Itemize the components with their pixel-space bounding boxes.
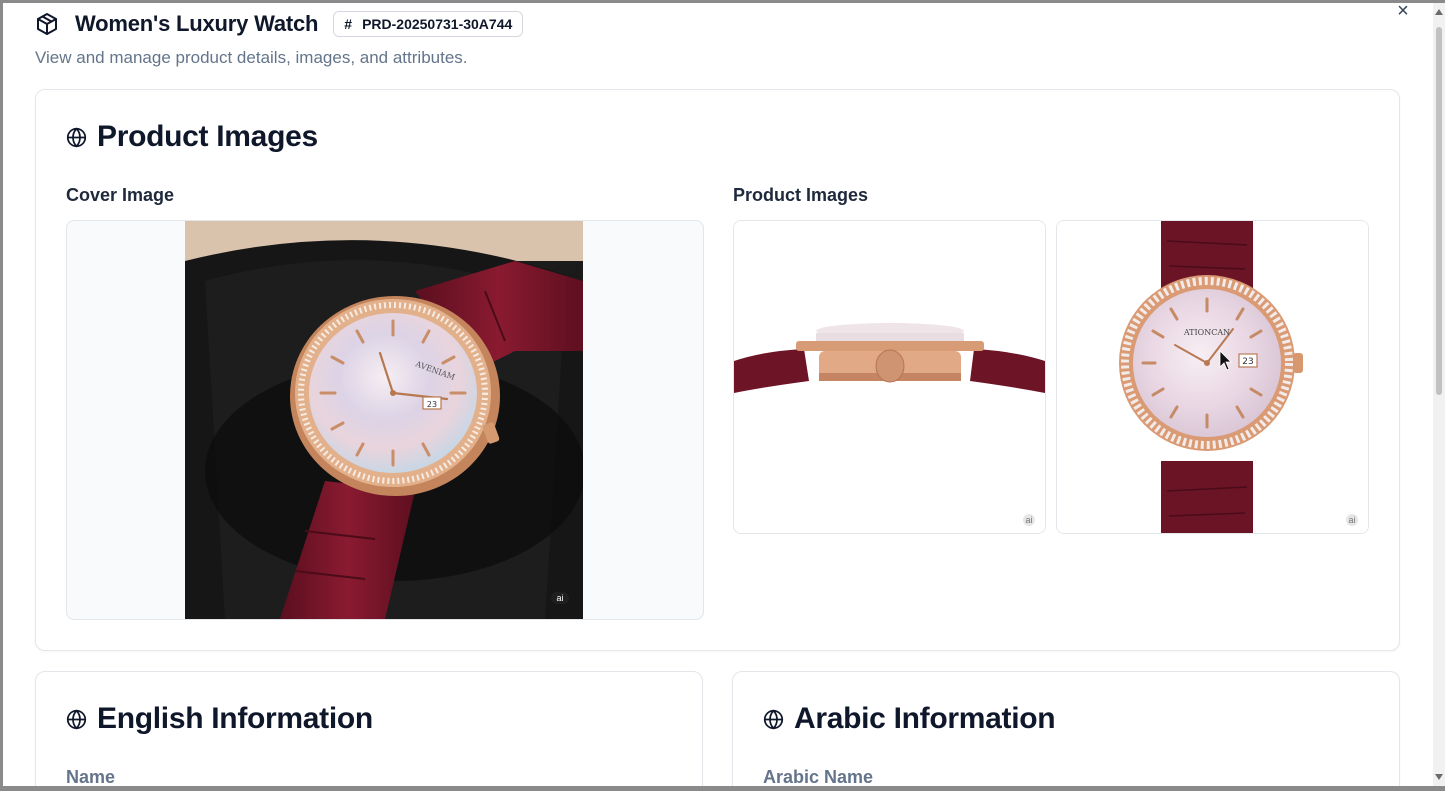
section-title-text: Product Images — [97, 120, 318, 153]
hash-icon: # — [344, 16, 353, 32]
page-title: Women's Luxury Watch — [75, 11, 319, 36]
watch-front-view-image: 23 ATIONCAN — [1057, 221, 1368, 533]
page-subtitle: View and manage product details, images,… — [35, 48, 468, 67]
watch-side-view-image — [734, 221, 1045, 533]
cover-image-label: Cover Image — [66, 185, 175, 205]
thumb-date-window: 23 — [1242, 357, 1253, 367]
product-images-label: Product Images — [733, 185, 869, 205]
arabic-name-label: Arabic Name — [763, 767, 874, 786]
arabic-info-card: Arabic Information Arabic Name — [732, 671, 1400, 786]
thumb-dial-brand: ATIONCAN — [1183, 328, 1230, 337]
cover-date-window: 23 — [427, 400, 437, 409]
section-title-arabic: Arabic Information — [763, 702, 1056, 736]
close-button[interactable]: × — [1393, 3, 1413, 21]
globe-icon — [763, 709, 784, 729]
section-title-english: English Information — [66, 702, 373, 736]
product-id-badge: # PRD-20250731-30A744 — [333, 11, 524, 37]
scroll-down-arrow-icon[interactable] — [1435, 774, 1443, 780]
cover-image: 23 AVENIAM — [185, 221, 583, 619]
section-title-text: English Information — [97, 702, 373, 735]
section-title-images: Product Images — [66, 120, 318, 154]
product-image-thumb[interactable]: 23 ATIONCAN ai — [1056, 220, 1369, 534]
globe-icon — [66, 709, 87, 729]
section-title-text: Arabic Information — [794, 702, 1056, 735]
ai-badge: ai — [1023, 514, 1035, 526]
modal-header: Women's Luxury Watch # PRD-20250731-30A7… — [35, 7, 524, 41]
package-icon — [37, 13, 57, 35]
product-details-modal: × Women's Luxury Watch # PRD-20250731-30… — [3, 3, 1433, 786]
vertical-scrollbar[interactable] — [1433, 3, 1445, 786]
scrollbar-thumb[interactable] — [1436, 27, 1442, 395]
ai-badge: ai — [1346, 514, 1358, 526]
globe-icon — [66, 127, 87, 147]
name-label: Name — [66, 767, 116, 786]
cover-image-frame[interactable]: 23 AVENIAM ai — [66, 220, 704, 620]
product-image-thumb[interactable]: ai — [733, 220, 1046, 534]
product-id: PRD-20250731-30A744 — [362, 16, 513, 32]
scroll-up-arrow-icon[interactable] — [1435, 9, 1443, 15]
product-images-card: Product Images Cover Image Product Image… — [35, 89, 1400, 651]
english-info-card: English Information Name — [35, 671, 703, 786]
ai-badge: ai — [551, 592, 569, 604]
